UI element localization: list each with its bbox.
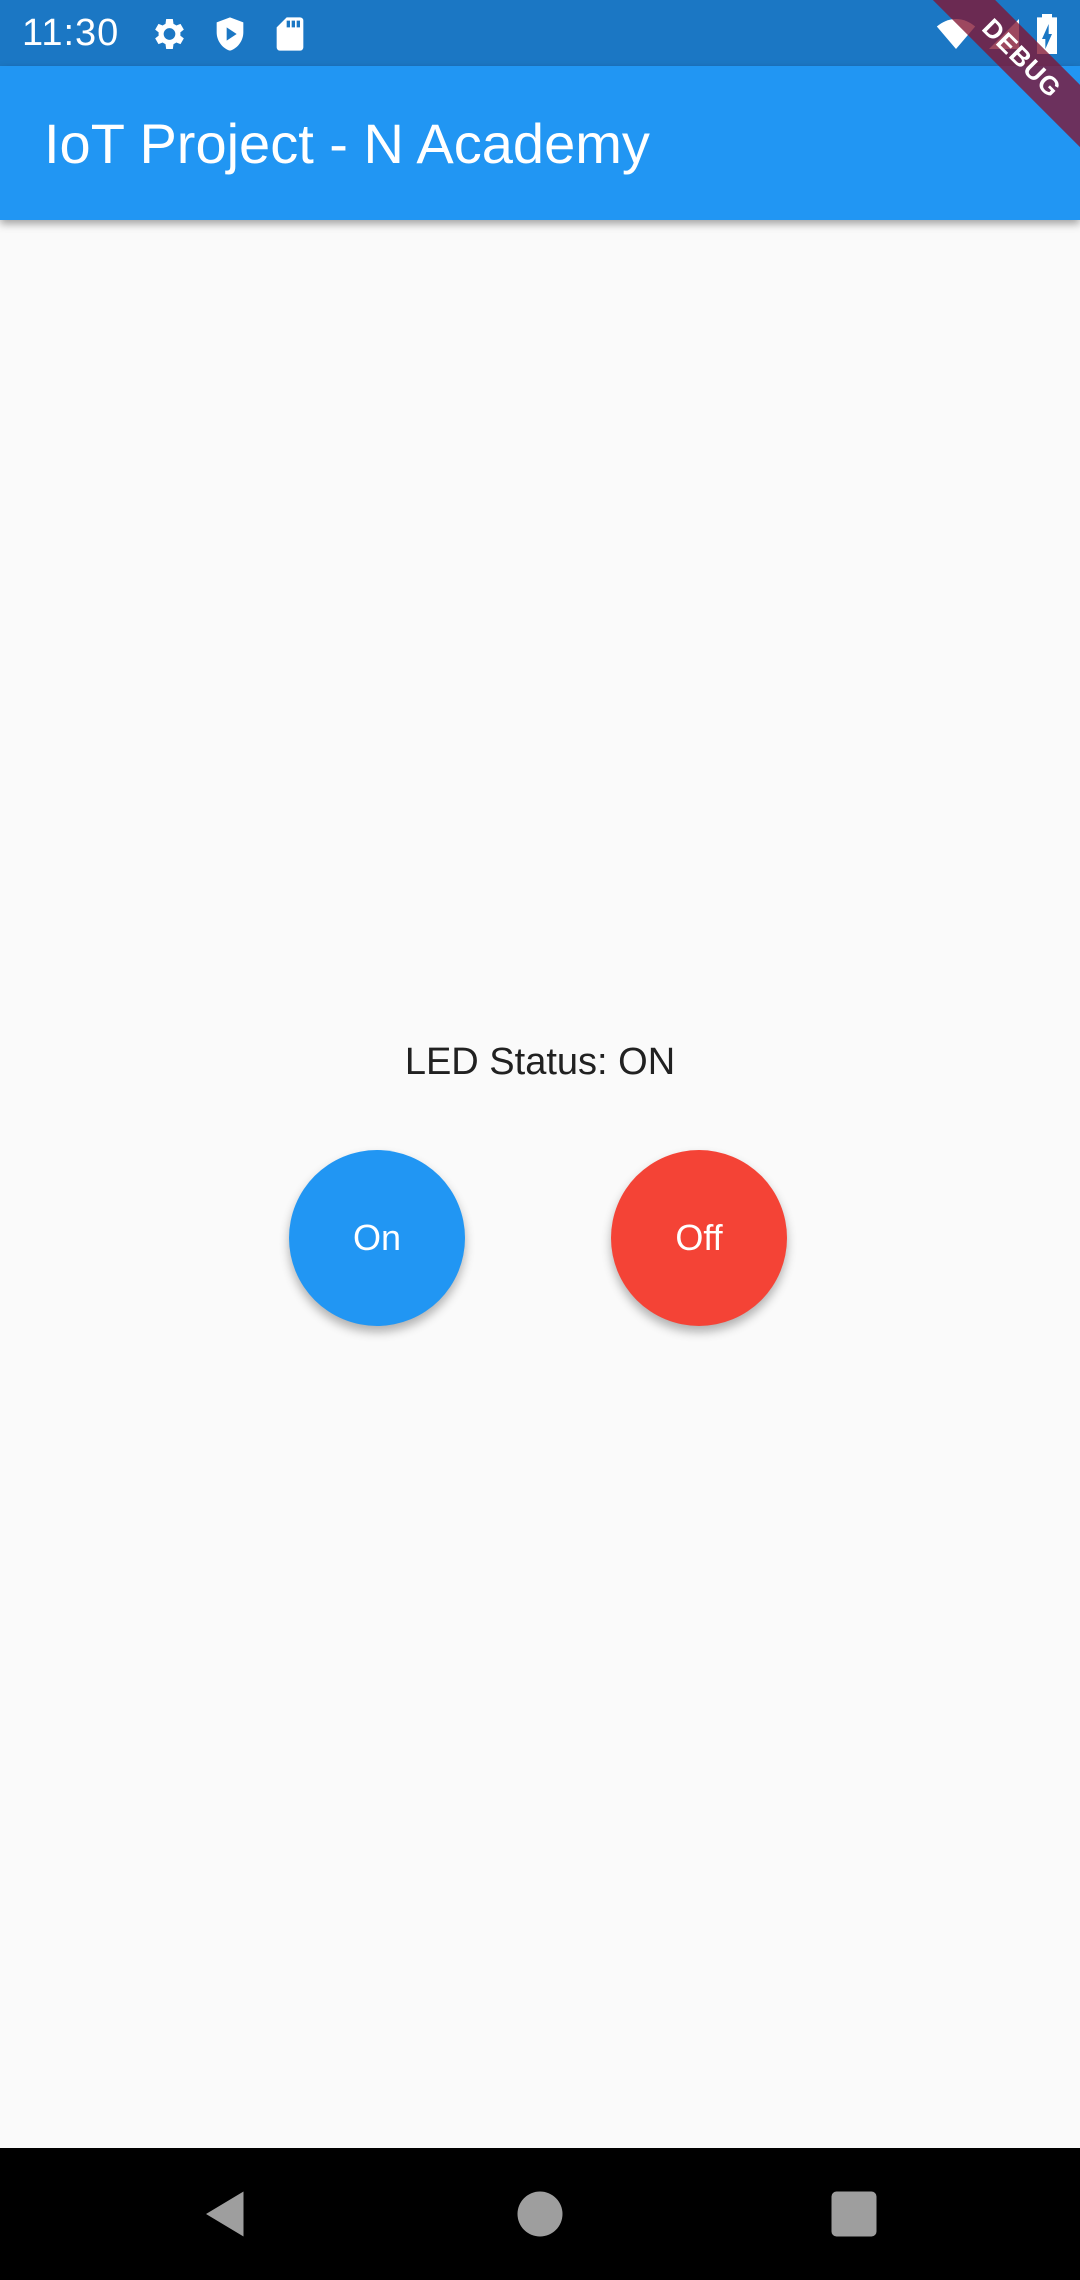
shield-play-icon: [210, 14, 250, 54]
on-button[interactable]: On: [289, 1150, 465, 1326]
navigation-bar: [0, 2148, 1080, 2280]
back-icon[interactable]: [196, 2184, 256, 2244]
off-button-label: Off: [675, 1217, 723, 1258]
home-icon[interactable]: [510, 2184, 570, 2244]
sd-card-icon: [270, 14, 310, 54]
on-button-label: On: [352, 1217, 402, 1258]
debug-banner: DEBUG: [920, 0, 1080, 160]
app-bar: IoT Project - N Academy: [0, 66, 1080, 220]
recents-icon[interactable]: [824, 2184, 884, 2244]
gear-icon: [148, 14, 188, 54]
debug-banner-container: DEBUG: [920, 0, 1080, 160]
status-time: 11:30: [22, 12, 120, 54]
main-content: LED Status: ON On Off: [0, 220, 1080, 2148]
led-status-text: LED Status: ON: [404, 1041, 676, 1083]
app-title: IoT Project - N Academy: [44, 112, 650, 175]
status-bar: 11:30: [0, 0, 1080, 66]
off-button[interactable]: Off: [611, 1150, 787, 1326]
